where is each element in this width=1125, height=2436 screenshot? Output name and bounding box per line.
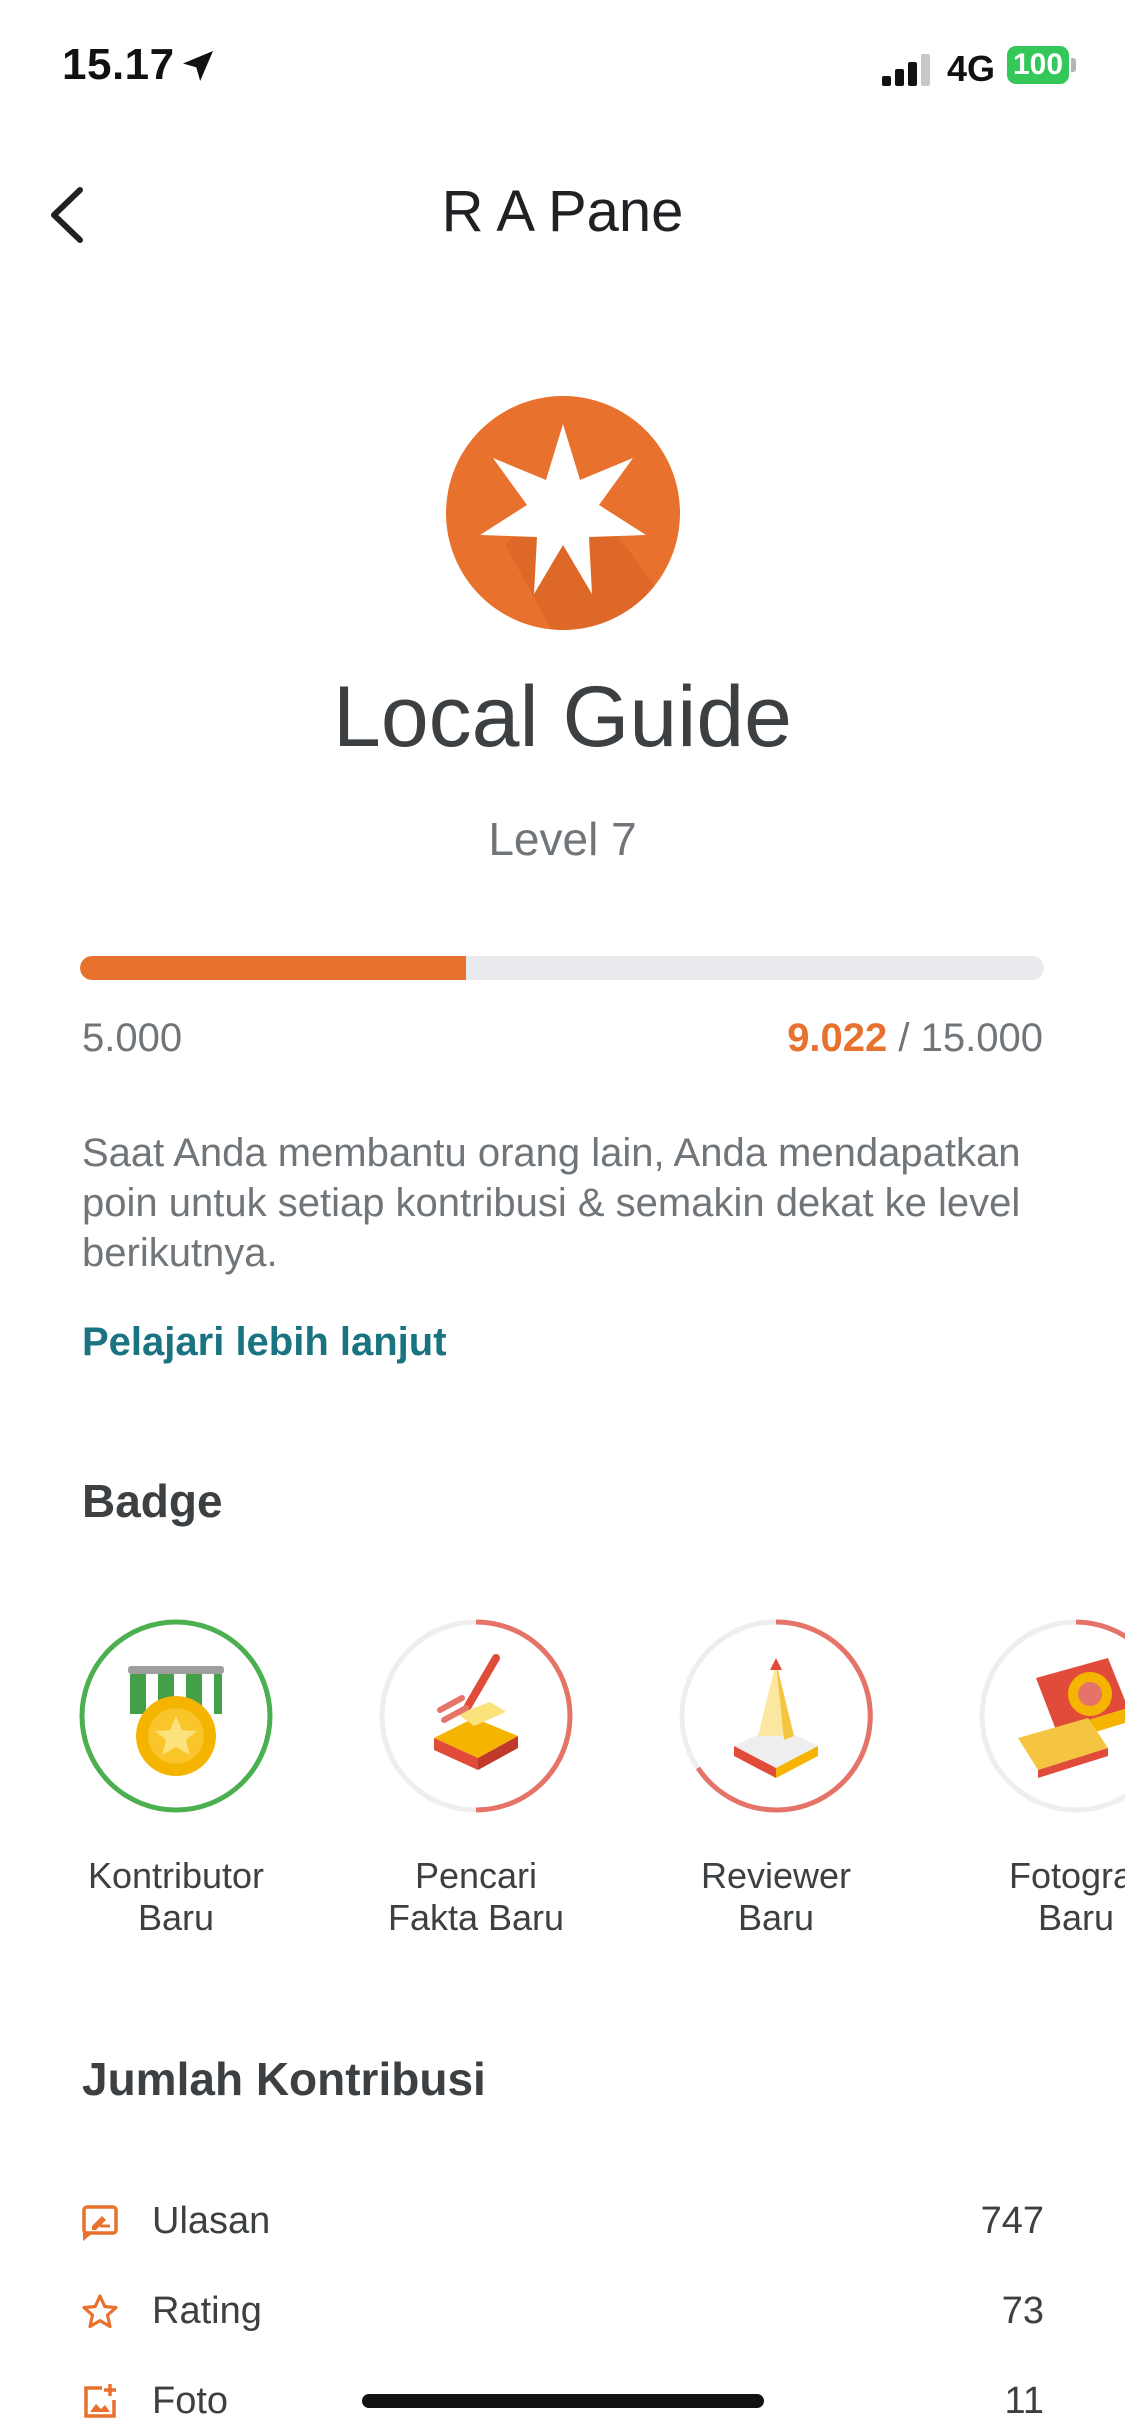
star-icon [82, 2294, 118, 2329]
photographer-badge-icon [979, 1619, 1125, 1813]
local-guide-title: Local Guide [333, 669, 792, 765]
home-indicator[interactable] [362, 2394, 764, 2408]
location-arrow-icon [183, 51, 213, 81]
battery-icon: 100 [1007, 46, 1076, 84]
progress-points: 9.022 / 15.000 [787, 1016, 1043, 1061]
review-icon [82, 2205, 118, 2242]
badge-pencari-fakta-baru[interactable]: Pencari Fakta Baru [376, 1618, 576, 1939]
reviewer-badge-icon [679, 1619, 873, 1813]
contributions-section-title: Jumlah Kontribusi [82, 2053, 486, 2105]
fact-finder-badge-icon [379, 1619, 573, 1813]
level-label: Level 7 [488, 813, 637, 865]
status-time: 15.17 [62, 40, 175, 89]
contribution-row-ulasan[interactable]: Ulasan 747 [80, 2192, 1044, 2252]
medal-badge-icon [79, 1619, 273, 1813]
progress-fill [80, 956, 466, 980]
local-guide-star-icon [446, 396, 680, 630]
contribution-value: 73 [1001, 2290, 1044, 2332]
page-title: R A Pane [441, 179, 684, 244]
signal-icon [882, 54, 930, 86]
contribution-label: Rating [152, 2290, 262, 2332]
badge-label: Fotograf Baru [1008, 1855, 1125, 1938]
badge-kontributor-baru[interactable]: Kontributor Baru [76, 1618, 276, 1939]
contribution-value: 11 [1004, 2380, 1044, 2422]
contribution-label: Foto [152, 2380, 229, 2422]
badge-label: Reviewer Baru [700, 1855, 852, 1938]
badge-label: Kontributor Baru [87, 1855, 265, 1938]
badge-label: Pencari Fakta Baru [387, 1855, 565, 1938]
contribution-value: 747 [980, 2200, 1044, 2242]
battery-level: 100 [1007, 46, 1069, 84]
progress-min: 5.000 [82, 1016, 183, 1060]
progress-max: / 15.000 [898, 1016, 1043, 1060]
level-description: Saat Anda membantu orang lain, Anda mend… [82, 1131, 1021, 1275]
progress-current: 9.022 [787, 1016, 888, 1060]
badge-fotograf-baru[interactable]: Fotograf Baru [976, 1618, 1125, 1939]
badge-reviewer-baru[interactable]: Reviewer Baru [676, 1618, 876, 1939]
badges-section-title: Badge [82, 1475, 223, 1527]
learn-more-link[interactable]: Pelajari lebih lanjut [82, 1320, 447, 1365]
add-photo-icon [84, 2384, 116, 2418]
contribution-label: Ulasan [152, 2200, 271, 2242]
level-progress-bar [80, 956, 1044, 980]
contribution-row-rating[interactable]: Rating 73 [80, 2282, 1044, 2342]
network-label: 4G [947, 48, 996, 89]
